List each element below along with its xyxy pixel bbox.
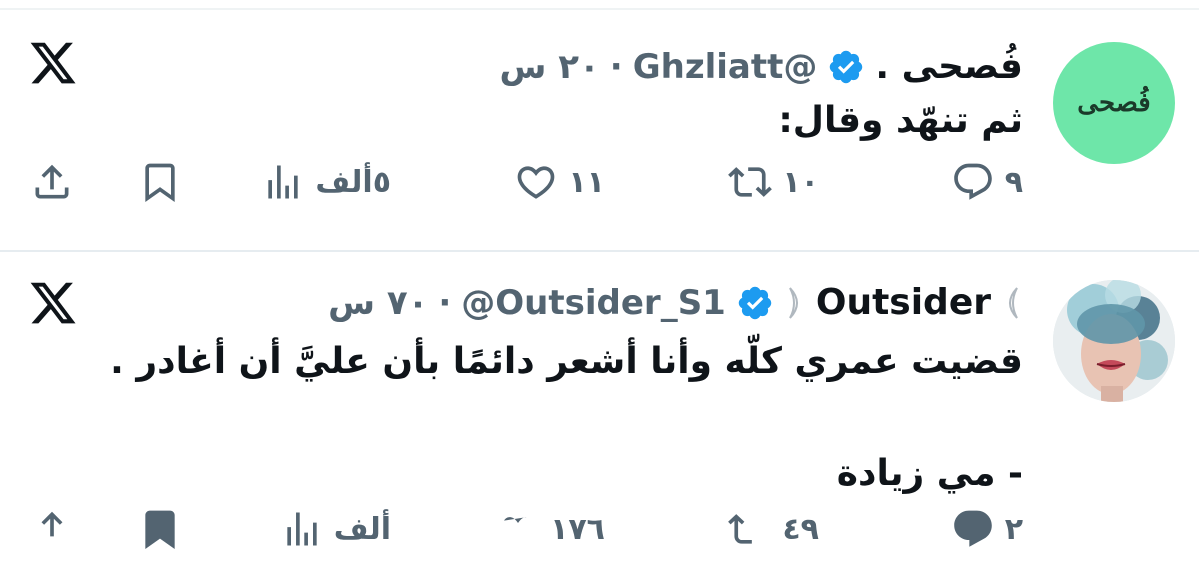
bookmark-icon [145,510,175,550]
like-icon [518,166,555,199]
avatar[interactable]: فُصحى [1053,42,1175,164]
like-icon [504,517,527,524]
share-button[interactable] [30,160,74,204]
avatar-text: فُصحى [1077,88,1151,118]
views-icon [287,512,317,546]
handle[interactable]: @Outsider_S1 [461,283,726,323]
timestamp[interactable]: ٧٠ س [328,283,428,323]
reply-count: ٢ [1004,511,1023,547]
tweet-2[interactable]: Outsider @Outsider_S1 · ٧٠ س قضيت عمري ك… [0,252,1199,550]
share-icon [35,164,69,199]
tweet-text-line-1: قضيت عمري كلّه وأنا أشعر دائمًا بأن عليَ… [110,341,1023,382]
x-logo-icon [30,42,76,84]
dot-separator: · [609,46,623,87]
like-count: ١١ [568,164,605,200]
like-count: ١٧٦ [550,511,605,547]
reply-button[interactable]: ٢ [951,507,1023,551]
moon-right-icon [788,286,798,319]
tweet-header: فُصحى . @Ghzliatt · ٢٠ س [500,46,1024,87]
repost-count: ١٠ [782,164,819,200]
action-bar: ٢ ٤٩ ١٧٦ ألف [0,507,1199,567]
reply-count: ٩ [1004,164,1023,200]
views-count: ألف [333,511,391,547]
tweet-text: قضيت عمري كلّه وأنا أشعر دائمًا بأن عليَ… [110,334,1023,502]
repost-icon [728,167,773,197]
reply-button[interactable]: ٩ [951,160,1023,204]
display-name[interactable]: فُصحى . [875,46,1023,87]
repost-count: ٤٩ [782,511,819,547]
handle[interactable]: @Ghzliatt [633,47,818,87]
bookmark-button[interactable] [138,507,182,551]
views-button[interactable]: ٥ألف [261,160,391,204]
x-logo-icon [30,282,76,324]
like-button[interactable]: ١١ [514,160,605,204]
repost-button[interactable]: ٤٩ [728,507,819,551]
avatar-portrait-icon [1053,280,1175,402]
verified-badge-icon [830,50,863,83]
views-icon [268,165,299,199]
dot-separator: · [438,282,452,323]
views-count: ٥ألف [315,164,391,200]
reply-icon [953,510,992,547]
timestamp[interactable]: ٢٠ س [500,47,600,87]
tweet-1[interactable]: فُصحى فُصحى . @Ghzliatt · ٢٠ س ثم تنهّد … [0,10,1199,250]
avatar[interactable] [1053,280,1175,402]
tweet-text: ثم تنهّد وقال: [778,100,1023,141]
moon-left-icon [1009,286,1018,319]
tweet-text-line-2 [110,390,1023,446]
verified-badge-icon [738,286,772,319]
action-bar: ٩ ١٠ ١١ ٥ألف [0,160,1199,220]
tweet-header: Outsider @Outsider_S1 · ٧٠ س [328,282,1023,323]
reply-icon [953,163,992,200]
like-button[interactable]: ١٧٦ [496,507,605,551]
repost-icon [728,514,753,544]
display-name[interactable]: Outsider [816,282,991,323]
views-button[interactable]: ألف [280,507,391,551]
bookmark-button[interactable] [138,160,182,204]
bookmark-icon [145,163,175,203]
share-button[interactable] [30,507,74,551]
share-icon [41,511,63,537]
tweet-text-line-3: - مي زيادة [836,453,1023,494]
repost-button[interactable]: ١٠ [728,160,819,204]
